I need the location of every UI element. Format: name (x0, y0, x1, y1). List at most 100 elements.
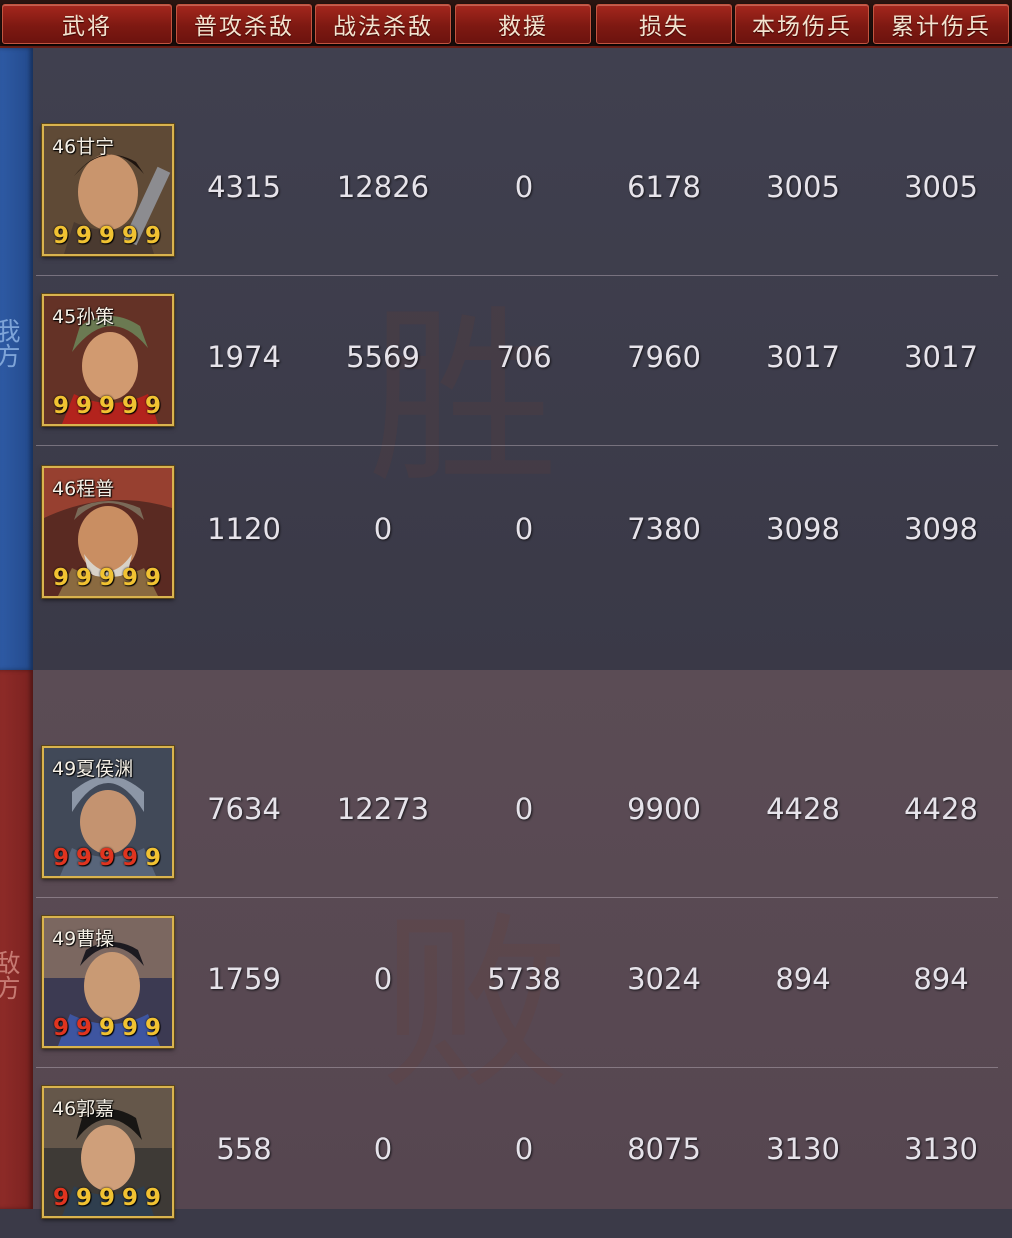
normal-kills: 1974 (207, 340, 281, 374)
normal-kills: 4315 (207, 170, 281, 204)
total-wounded: 894 (913, 962, 969, 996)
enemy-side-label: 敌方 (0, 950, 21, 1000)
general-row[interactable]: 49曹操 9 9 9 9 9 1759 0 5738 3024 894 894 (36, 898, 998, 1068)
star-icon: 9 (98, 1015, 115, 1041)
enemy-section: 敌方 败 49夏侯渊 9 9 9 9 9 7634 12273 0 9900 4… (0, 670, 1012, 1218)
losses: 9900 (627, 792, 701, 826)
tactic-kills: 12826 (336, 170, 430, 204)
star-rating: 9 9 9 9 9 (50, 1015, 164, 1042)
star-icon: 9 (75, 565, 92, 591)
general-label: 45孙策 (52, 306, 115, 328)
enemy-side-strip (0, 670, 33, 1209)
star-rating: 9 9 9 9 9 (50, 393, 164, 420)
general-label: 46程普 (52, 478, 115, 500)
star-icon: 9 (75, 845, 92, 871)
star-icon: 9 (121, 1015, 138, 1041)
normal-kills: 558 (216, 1132, 272, 1166)
header-tactic-kills: 战法杀敌 (315, 4, 451, 44)
total-wounded: 4428 (904, 792, 978, 826)
star-icon: 9 (52, 565, 69, 591)
losses: 7380 (627, 512, 701, 546)
general-portrait[interactable]: 46郭嘉 9 9 9 9 9 (42, 1086, 174, 1218)
total-wounded: 3130 (904, 1132, 978, 1166)
star-icon: 9 (144, 223, 161, 249)
normal-kills: 1759 (207, 962, 281, 996)
star-icon: 9 (121, 845, 138, 871)
losses: 3024 (627, 962, 701, 996)
general-row[interactable]: 46甘宁 9 9 9 9 9 4315 12826 0 6178 3005 30… (36, 106, 998, 276)
star-icon: 9 (52, 1015, 69, 1041)
general-label: 49曹操 (52, 928, 115, 950)
star-icon: 9 (98, 1185, 115, 1211)
battle-wounded: 3017 (766, 340, 840, 374)
header-battle-wounded: 本场伤兵 (735, 4, 869, 44)
star-icon: 9 (98, 223, 115, 249)
tactic-kills: 0 (373, 512, 393, 546)
normal-kills: 7634 (207, 792, 281, 826)
star-icon: 9 (75, 1015, 92, 1041)
star-icon: 9 (52, 845, 69, 871)
star-icon: 9 (52, 1185, 69, 1211)
general-portrait[interactable]: 49夏侯渊 9 9 9 9 9 (42, 746, 174, 878)
general-row[interactable]: 46程普 9 9 9 9 9 1120 0 0 7380 3098 3098 (36, 446, 998, 616)
rescue: 0 (514, 512, 534, 546)
tactic-kills: 5569 (346, 340, 420, 374)
battle-wounded: 3098 (766, 512, 840, 546)
star-icon: 9 (144, 1185, 161, 1211)
star-rating: 9 9 9 9 9 (50, 1185, 164, 1212)
star-icon: 9 (98, 393, 115, 419)
battle-wounded: 3130 (766, 1132, 840, 1166)
tactic-kills: 12273 (336, 792, 430, 826)
general-portrait[interactable]: 46甘宁 9 9 9 9 9 (42, 124, 174, 256)
total-wounded: 3005 (904, 170, 978, 204)
star-icon: 9 (144, 1015, 161, 1041)
star-icon: 9 (144, 565, 161, 591)
losses: 8075 (627, 1132, 701, 1166)
general-row[interactable]: 46郭嘉 9 9 9 9 9 558 0 0 8075 3130 3130 (36, 1068, 998, 1238)
header-general: 武将 (2, 4, 172, 44)
battle-wounded: 3005 (766, 170, 840, 204)
general-label: 46甘宁 (52, 136, 115, 158)
battle-wounded: 4428 (766, 792, 840, 826)
header-rescue: 救援 (455, 4, 591, 44)
star-rating: 9 9 9 9 9 (50, 845, 164, 872)
header-total-wounded: 累计伤兵 (873, 4, 1009, 44)
ally-section: 我方 胜 46甘宁 9 9 9 9 9 4315 12826 0 6178 30… (0, 48, 1012, 670)
star-icon: 9 (52, 223, 69, 249)
star-icon: 9 (52, 393, 69, 419)
general-portrait[interactable]: 45孙策 9 9 9 9 9 (42, 294, 174, 426)
normal-kills: 1120 (207, 512, 281, 546)
tactic-kills: 0 (373, 962, 393, 996)
total-wounded: 3017 (904, 340, 978, 374)
star-icon: 9 (121, 393, 138, 419)
star-icon: 9 (75, 223, 92, 249)
general-row[interactable]: 49夏侯渊 9 9 9 9 9 7634 12273 0 9900 4428 4… (36, 728, 998, 898)
general-row[interactable]: 45孙策 9 9 9 9 9 1974 5569 706 7960 3017 3… (36, 276, 998, 446)
general-label: 49夏侯渊 (52, 758, 134, 780)
star-icon: 9 (98, 565, 115, 591)
general-portrait[interactable]: 46程普 9 9 9 9 9 (42, 466, 174, 598)
losses: 6178 (627, 170, 701, 204)
rescue: 5738 (487, 962, 561, 996)
general-portrait[interactable]: 49曹操 9 9 9 9 9 (42, 916, 174, 1048)
ally-side-label: 我方 (0, 318, 21, 368)
rescue: 706 (496, 340, 552, 374)
rescue: 0 (514, 792, 534, 826)
star-rating: 9 9 9 9 9 (50, 565, 164, 592)
star-icon: 9 (121, 1185, 138, 1211)
star-icon: 9 (144, 393, 161, 419)
header-normal-attack-kills: 普攻杀敌 (176, 4, 312, 44)
star-rating: 9 9 9 9 9 (50, 223, 164, 250)
star-icon: 9 (75, 393, 92, 419)
rescue: 0 (514, 170, 534, 204)
losses: 7960 (627, 340, 701, 374)
battle-wounded: 894 (775, 962, 831, 996)
header-losses: 损失 (596, 4, 732, 44)
star-icon: 9 (144, 845, 161, 871)
tactic-kills: 0 (373, 1132, 393, 1166)
star-icon: 9 (98, 845, 115, 871)
star-icon: 9 (121, 565, 138, 591)
star-icon: 9 (121, 223, 138, 249)
general-label: 46郭嘉 (52, 1098, 115, 1120)
total-wounded: 3098 (904, 512, 978, 546)
